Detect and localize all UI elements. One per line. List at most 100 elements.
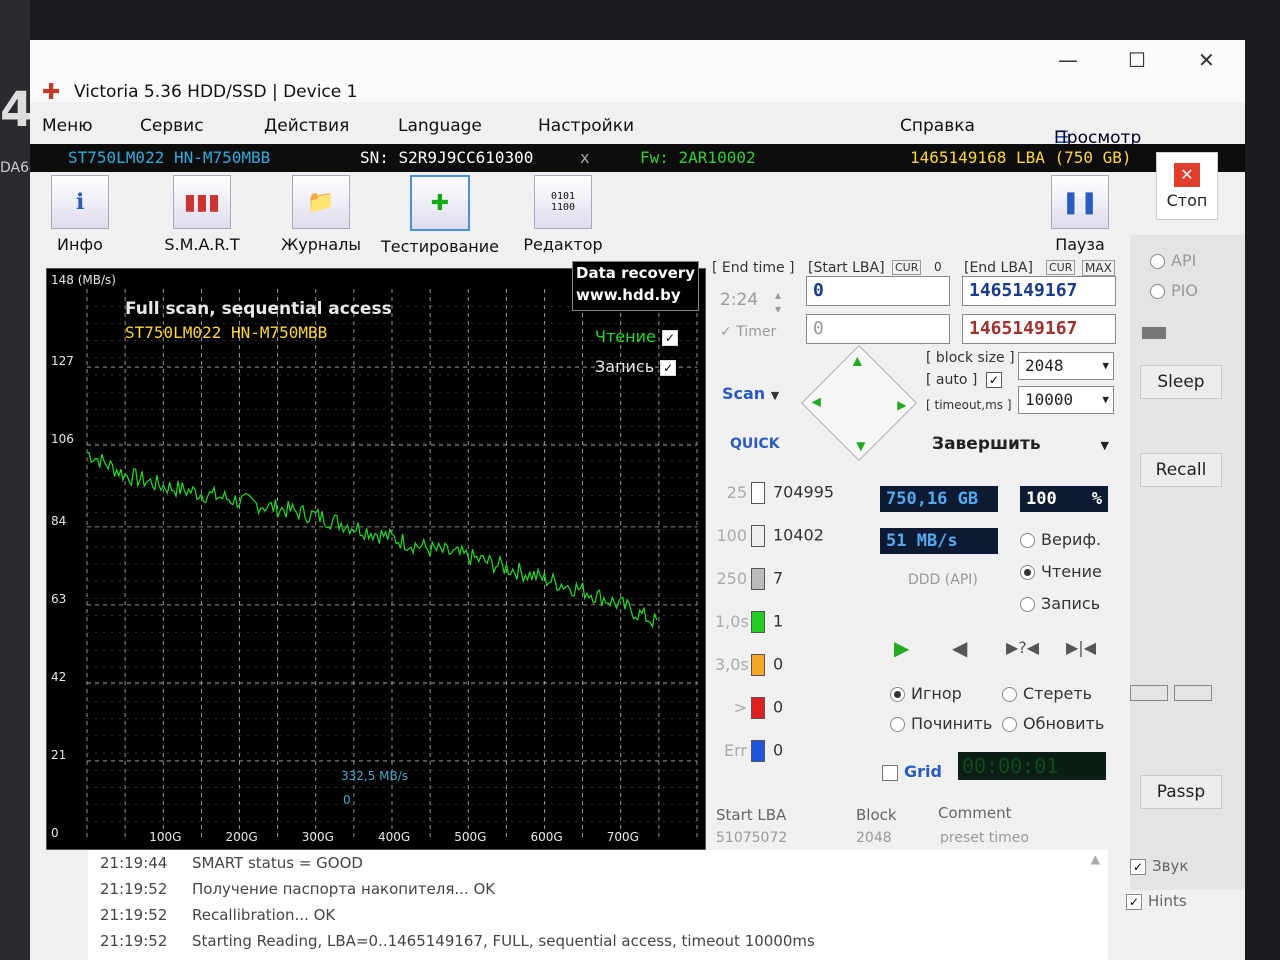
write-radio[interactable]: Запись — [1020, 594, 1100, 613]
start-zero-button[interactable]: 0 — [934, 260, 942, 274]
stat-threshold: 25 — [726, 482, 747, 502]
smart-button-label: S.M.A.R.T — [164, 235, 240, 254]
close-window-button[interactable]: ✕ — [1198, 48, 1215, 72]
y-tick-label: 21 — [51, 748, 66, 762]
auto-checkbox[interactable]: ✓ — [986, 372, 1002, 388]
graph-model: ST750LM022 HN-M750MBB — [125, 323, 328, 342]
stat-count: 10402 — [773, 525, 824, 545]
table-row[interactable]: 51075072 2048 preset timeo — [712, 830, 1102, 844]
graph-title: Full scan, sequential access — [125, 299, 392, 319]
power-left-button[interactable] — [1130, 685, 1168, 701]
menu-item-settings[interactable]: Настройки — [538, 116, 634, 136]
timeout-select[interactable]: 10000 ▼ — [1018, 386, 1114, 414]
end-cur-button[interactable]: CUR — [1046, 260, 1076, 275]
chevron-down-icon: ▼ — [1102, 359, 1109, 372]
read-radio[interactable]: Чтение — [1020, 562, 1102, 581]
y-tick-label: 0 — [51, 826, 59, 840]
log-message: Starting Reading, LBA=0..1465149167, FUL… — [192, 932, 815, 950]
hints-checkbox[interactable]: ✓ Hints — [1126, 892, 1187, 910]
editor-button[interactable]: 0101 1100 Редактор — [518, 175, 608, 254]
info-button[interactable]: ℹ Инфо — [40, 175, 120, 254]
api-radio[interactable]: API — [1150, 251, 1196, 270]
finish-select[interactable]: Завершить ▼ — [932, 434, 1109, 454]
pio-radio[interactable]: PIO — [1150, 281, 1198, 300]
arrow-down-icon[interactable]: ▼ — [856, 439, 865, 453]
timer-input[interactable]: 0 — [806, 314, 950, 344]
arrow-right-icon[interactable]: ▶ — [897, 398, 906, 412]
menu-item-actions[interactable]: Действия — [264, 116, 349, 136]
sleep-button[interactable]: Sleep — [1140, 365, 1222, 399]
seek-unknown-button[interactable]: ▶?◀ — [1006, 638, 1039, 657]
quick-button[interactable]: QUICK — [730, 436, 780, 452]
end-time-label: [ End time ] — [712, 260, 795, 276]
grid-checkbox[interactable]: Grid — [882, 762, 942, 781]
grid-label: Grid — [904, 762, 942, 781]
log-message: SMART status = GOOD — [192, 854, 363, 872]
block-size-select[interactable]: 2048 ▼ — [1018, 352, 1114, 380]
recall-button[interactable]: Recall — [1140, 453, 1222, 487]
stop-button[interactable]: ✕ Стоп — [1156, 152, 1218, 220]
read-checkbox[interactable]: Чтение ✓ — [595, 327, 678, 346]
log-time: 21:19:44 — [100, 854, 168, 872]
toolbar: ℹ Инфо ▮▮▮ S.M.A.R.T 📁 Журналы ✚ Тестиро… — [40, 175, 1140, 265]
seek-end-button[interactable]: ▶|◀ — [1066, 638, 1096, 657]
side-panel: API PIO Sleep Recall Passp ✓ Звук — [1130, 235, 1245, 890]
title-bar: ✚ Victoria 5.36 HDD/SSD | Device 1 — ☐ ✕ — [30, 40, 1245, 105]
end-lba-input[interactable]: 1465149167 — [962, 276, 1116, 306]
direction-pad[interactable]: ▲ ▶ ◀ ▼ — [801, 345, 917, 461]
start-lba-input[interactable]: 0 — [806, 276, 950, 306]
menu-item-service[interactable]: Сервис — [140, 116, 204, 136]
logs-button[interactable]: 📁 Журналы — [276, 175, 366, 254]
erase-radio[interactable]: Стереть — [1002, 684, 1092, 703]
refresh-radio[interactable]: Обновить — [1002, 714, 1104, 733]
repair-radio[interactable]: Починить — [890, 714, 992, 733]
chevron-down-icon: ▼ — [1102, 393, 1109, 406]
scan-mode-select[interactable]: Scan ▼ — [722, 384, 779, 403]
menu-item-help[interactable]: Справка — [900, 116, 975, 136]
close-device-button[interactable]: x — [580, 148, 590, 167]
event-log[interactable]: 21:19:44 SMART status = GOOD 21:19:52 Полу… — [88, 850, 1108, 960]
log-row: 21:19:52 Starting Reading, LBA=0..1465149… — [88, 928, 1108, 954]
ignore-radio[interactable]: Игнор — [890, 684, 962, 703]
spin-arrows-icon[interactable]: ▴ ▾ — [775, 288, 781, 316]
menu-item-language[interactable]: Language — [398, 116, 482, 136]
testing-button[interactable]: ✚ Тестирование — [380, 175, 500, 256]
end-time-value[interactable]: 2:24 — [720, 290, 758, 310]
current-speed: 51 MB/s — [880, 528, 998, 554]
arrow-left-icon[interactable]: ◀ — [812, 394, 821, 408]
timer-checkbox[interactable]: ✓ Timer — [720, 324, 776, 340]
read-checkbox-label: Чтение — [595, 327, 656, 346]
y-tick-label: 63 — [51, 592, 66, 606]
write-radio-label: Запись — [1041, 594, 1101, 613]
x-tick-label: 200G — [226, 830, 258, 844]
chevron-down-icon: ▼ — [770, 389, 780, 402]
timeout-label: [ timeout,ms ] — [926, 398, 1012, 412]
row-comment: preset timeo — [940, 830, 1029, 844]
log-row: 21:19:52 Получение паспорта накопителя...… — [88, 876, 1108, 902]
end-max-button[interactable]: MAX — [1082, 260, 1115, 276]
menu-item-menu[interactable]: Меню — [42, 116, 93, 136]
verify-radio[interactable]: Вериф. — [1020, 530, 1101, 549]
play-button[interactable]: ▶ — [894, 636, 909, 660]
smart-button[interactable]: ▮▮▮ S.M.A.R.T — [152, 175, 252, 254]
minimize-button[interactable]: — — [1058, 48, 1078, 72]
x-tick-label: 300G — [302, 830, 334, 844]
pause-button[interactable]: ❚❚ Пауза — [1040, 175, 1120, 254]
power-right-button[interactable] — [1174, 685, 1212, 701]
percent-value: 100 — [1026, 489, 1057, 509]
y-tick-label: 42 — [51, 670, 66, 684]
arrow-up-icon[interactable]: ▲ — [853, 353, 862, 367]
back-button[interactable]: ◀ — [952, 636, 967, 660]
x-tick-label: 400G — [378, 830, 410, 844]
scroll-up-icon[interactable]: ▲ — [1091, 852, 1100, 866]
maximize-button[interactable]: ☐ — [1128, 48, 1146, 72]
stat-color-swatch — [751, 697, 765, 719]
pause-button-label: Пауза — [1055, 235, 1105, 254]
editor-button-label: Редактор — [523, 235, 603, 254]
passp-button[interactable]: Passp — [1140, 775, 1222, 809]
sound-checkbox[interactable]: ✓ Звук — [1130, 857, 1188, 875]
data-recovery-ad[interactable]: Data recovery www.hdd.by — [572, 261, 699, 311]
stat-threshold: Err — [724, 740, 747, 760]
start-cur-button[interactable]: CUR — [892, 260, 922, 275]
write-checkbox[interactable]: Запись ✓ — [595, 357, 677, 376]
